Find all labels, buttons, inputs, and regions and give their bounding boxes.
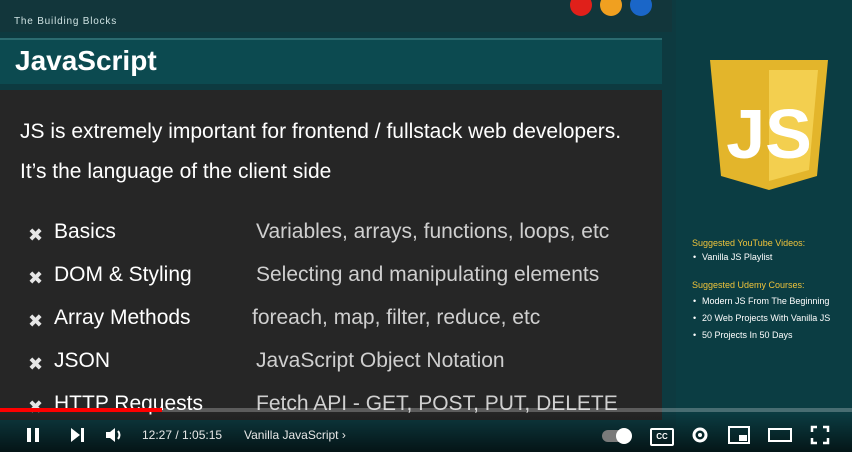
js-logo-icon: JS [710, 60, 828, 190]
red-dot-icon [570, 0, 592, 16]
topic-term: JSON [54, 349, 111, 372]
bullet-icon: ✖ [28, 268, 44, 288]
orange-dot-icon [600, 0, 622, 16]
slide-title: JavaScript [15, 45, 157, 76]
window-dots [570, 0, 652, 16]
bullet-icon: ✖ [28, 311, 44, 331]
youtube-suggestions-header: Suggested YouTube Videos: [692, 238, 806, 248]
topic-term: Array Methods [54, 306, 191, 329]
chapter-title[interactable]: Vanilla JavaScript › [244, 428, 346, 442]
topic-desc: Variables, arrays, functions, loops, etc [256, 220, 610, 243]
topic-row: ✖ Array Methods foreach, map, filter, re… [0, 306, 662, 336]
topic-desc: Selecting and manipulating elements [256, 263, 600, 286]
bullet-icon: ✖ [28, 354, 44, 374]
slide-header-strip: The Building Blocks [0, 0, 672, 32]
udemy-suggestion-item: 20 Web Projects With Vanilla JS [692, 311, 848, 325]
next-icon[interactable] [68, 426, 86, 444]
youtube-suggestion-item: Vanilla JS Playlist [692, 250, 848, 264]
topic-desc: foreach, map, filter, reduce, etc [252, 306, 541, 329]
video-frame: The Building Blocks JavaScript JS is ext… [0, 0, 852, 452]
udemy-suggestion-item: 50 Projects In 50 Days [692, 328, 848, 342]
slide-body: JS is extremely important for frontend /… [0, 90, 662, 420]
miniplayer-icon[interactable] [728, 426, 750, 444]
js-logo-text: JS [726, 95, 812, 173]
autoplay-knob [616, 428, 632, 444]
theater-icon[interactable] [768, 426, 792, 444]
chevron-right-icon: › [341, 428, 346, 442]
topic-term: Basics [54, 220, 116, 243]
volume-icon[interactable] [104, 425, 124, 445]
captions-button[interactable]: CC [650, 428, 674, 446]
topic-row: ✖ DOM & Styling Selecting and manipulati… [0, 263, 662, 293]
blue-dot-icon [630, 0, 652, 16]
topic-term: DOM & Styling [54, 263, 192, 286]
bullet-icon: ✖ [28, 225, 44, 245]
topic-row: ✖ JSON JavaScript Object Notation [0, 349, 662, 379]
pause-icon[interactable] [24, 426, 42, 444]
topic-desc: JavaScript Object Notation [256, 349, 505, 372]
topic-row: ✖ Basics Variables, arrays, functions, l… [0, 220, 662, 250]
time-display: 12:27 / 1:05:15 [142, 428, 223, 442]
suggestions-block: Suggested YouTube Videos: Vanilla JS Pla… [692, 236, 848, 342]
chapter-title-text: Vanilla JavaScript [244, 428, 339, 442]
side-panel: JS Suggested YouTube Videos: Vanilla JS … [676, 0, 852, 452]
udemy-suggestion-item: Modern JS From The Beginning [692, 294, 848, 308]
gear-icon[interactable] [690, 425, 710, 445]
fullscreen-icon[interactable] [810, 425, 830, 445]
autoplay-toggle[interactable] [602, 428, 632, 444]
slide-header-label: The Building Blocks [14, 16, 118, 27]
player-controls: 12:27 / 1:05:15 Vanilla JavaScript › CC [0, 412, 852, 452]
slide-title-bar: JavaScript [0, 38, 662, 84]
slide-intro: JS is extremely important for frontend /… [20, 120, 622, 183]
udemy-suggestions-header: Suggested Udemy Courses: [692, 280, 805, 290]
